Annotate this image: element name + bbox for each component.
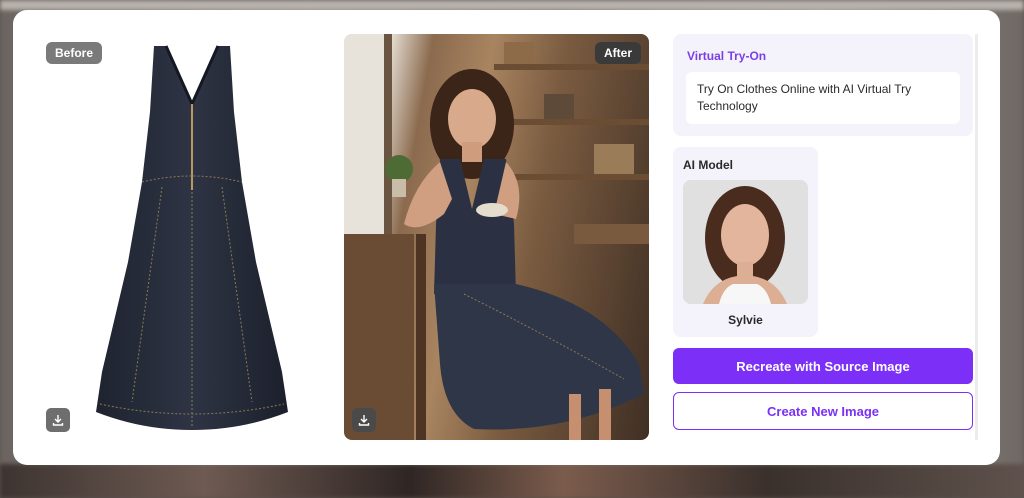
download-icon <box>52 415 64 426</box>
download-icon <box>358 415 370 426</box>
download-after-button[interactable] <box>352 408 376 432</box>
create-new-image-button[interactable]: Create New Image <box>673 392 973 430</box>
before-image-panel: Before <box>46 34 342 440</box>
background-strip-top <box>0 0 1024 10</box>
scrollbar[interactable] <box>975 34 978 440</box>
before-tag: Before <box>46 42 103 64</box>
model-avatar <box>683 180 808 304</box>
ai-model-card[interactable]: AI Model Sylvie <box>673 147 818 337</box>
download-before-button[interactable] <box>46 408 70 432</box>
recreate-with-source-button[interactable]: Recreate with Source Image <box>673 348 973 384</box>
after-tag: After <box>594 42 641 64</box>
prompt-description: Try On Clothes Online with AI Virtual Tr… <box>686 72 960 124</box>
background-strip-bottom <box>0 464 1024 498</box>
model-name: Sylvie <box>728 313 763 327</box>
dress-product-image <box>96 45 288 430</box>
try-on-result-modal: Before After Virtual Try-On Try On Cloth… <box>13 10 1000 465</box>
ai-model-title: AI Model <box>683 158 733 172</box>
virtual-try-on-card: Virtual Try-On Try On Clothes Online wit… <box>673 34 973 136</box>
after-image-panel: After <box>344 34 649 440</box>
try-on-result-photo <box>344 34 649 440</box>
virtual-try-on-title: Virtual Try-On <box>687 49 767 63</box>
